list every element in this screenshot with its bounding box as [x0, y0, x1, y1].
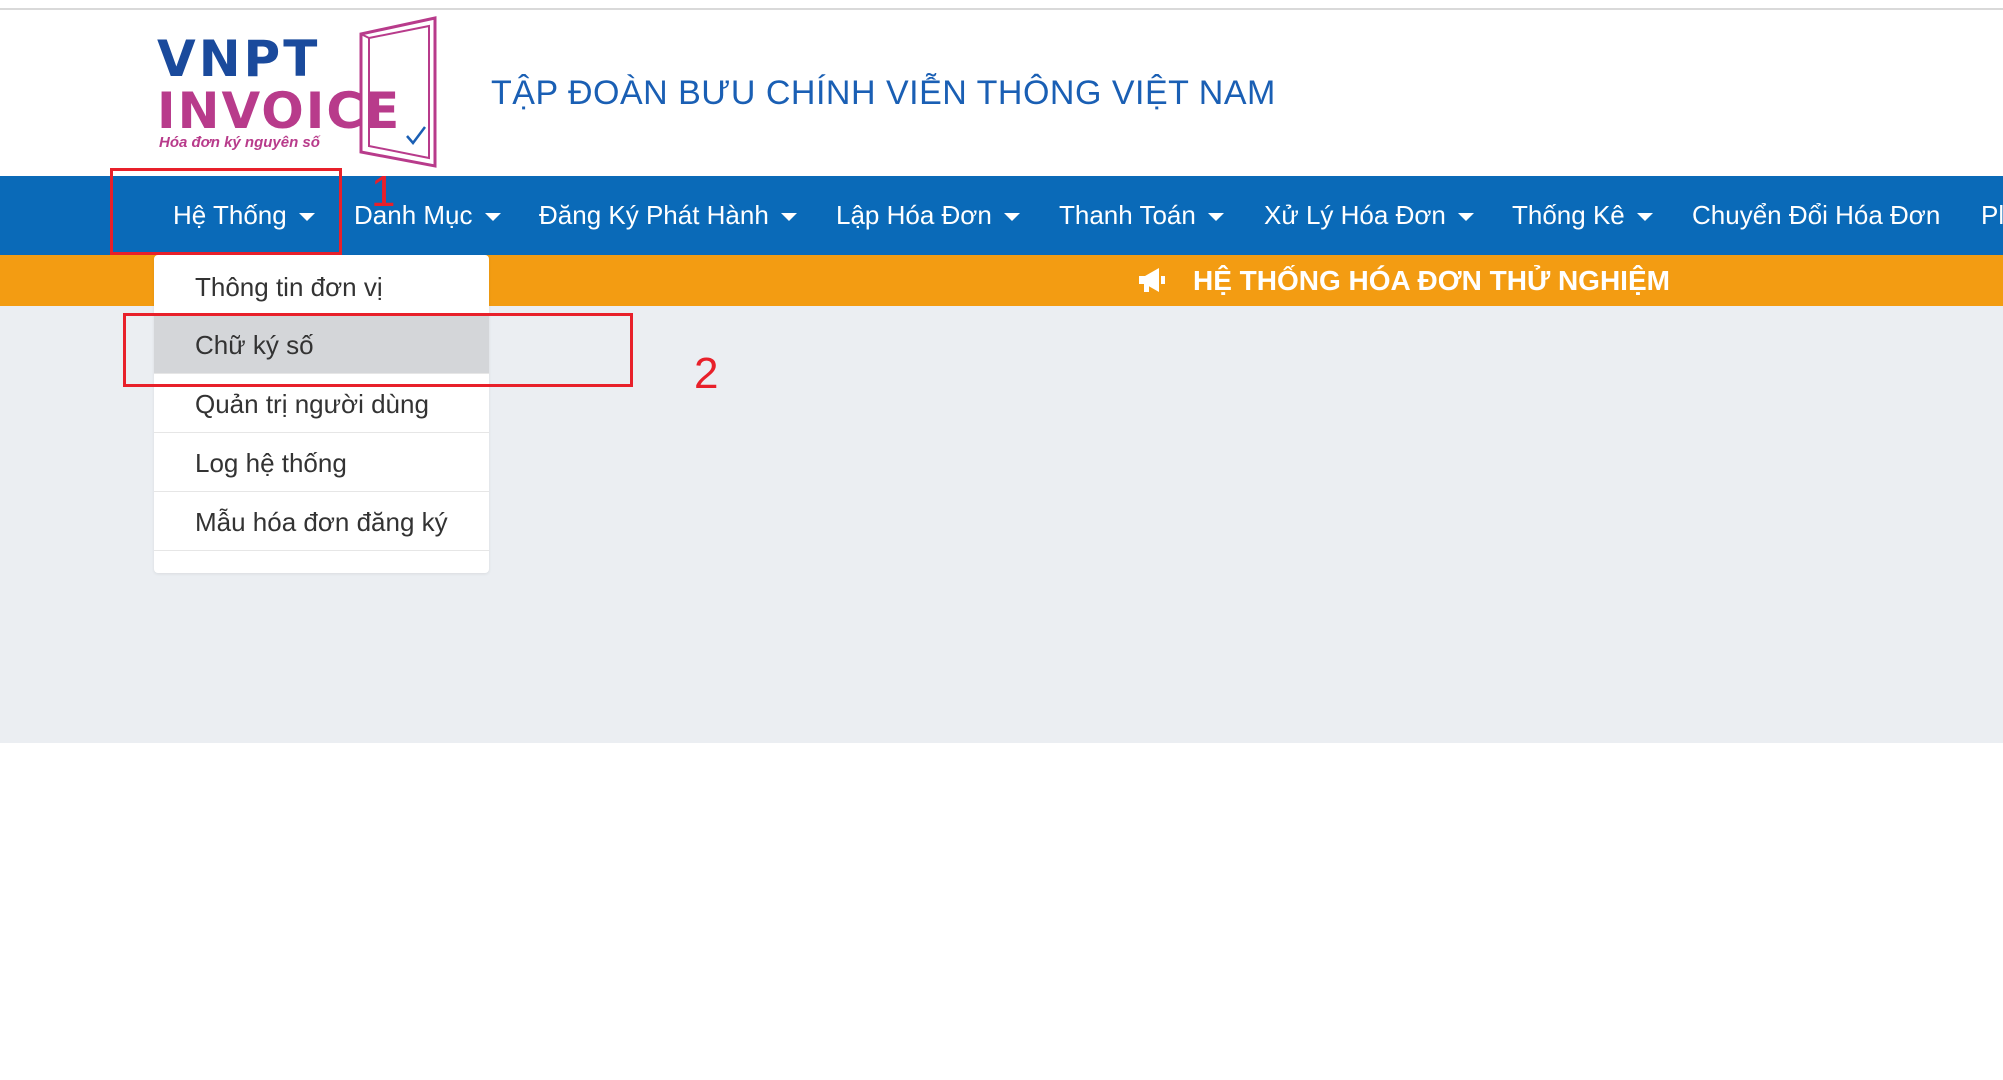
logo-tagline: Hóa đơn ký nguyên số [159, 134, 320, 151]
nav-item-dang-ky-phat-hanh[interactable]: Đăng Ký Phát Hành [539, 176, 797, 255]
annotation-box-2 [123, 313, 633, 387]
organization-title: TẬP ĐOÀN BƯU CHÍNH VIỄN THÔNG VIỆT NAM [491, 74, 1276, 112]
nav-item-lap-hoa-don[interactable]: Lập Hóa Đơn [836, 176, 1020, 255]
nav-item-thanh-toan[interactable]: Thanh Toán [1059, 176, 1224, 255]
vnpt-invoice-logo[interactable]: VNPT INVOICE Hóa đơn ký nguyên số [155, 16, 455, 171]
caret-down-icon [1207, 213, 1224, 222]
menu-item-label: Quản trị người dùng [195, 389, 429, 419]
nav-item-thong-ke[interactable]: Thống Kê [1512, 176, 1653, 255]
nav-item-label: Xử Lý Hóa Đơn [1264, 200, 1446, 230]
caret-down-icon [484, 213, 501, 222]
caret-down-icon [1003, 213, 1020, 222]
logo-text-invoice: INVOICE [157, 82, 402, 140]
top-divider [0, 8, 2003, 10]
nav-item-label: Đăng Ký Phát Hành [539, 200, 769, 230]
menu-item-mau-hoa-don-dang-ky[interactable]: Mẫu hóa đơn đăng ký [154, 493, 489, 551]
banner-text: HỆ THỐNG HÓA ĐƠN THỬ NGHIỆM [1193, 265, 1670, 296]
nav-item-xu-ly-hoa-don[interactable]: Xử Lý Hóa Đơn [1264, 176, 1474, 255]
menu-item-log-he-thong[interactable]: Log hệ thống [154, 434, 489, 492]
nav-item-label: Thanh Toán [1059, 200, 1196, 230]
caret-down-icon [1457, 213, 1474, 222]
menu-item-label: Mẫu hóa đơn đăng ký [195, 507, 448, 537]
caret-down-icon [1636, 213, 1653, 222]
menu-item-label: Log hệ thống [195, 448, 347, 478]
megaphone-icon [1139, 268, 1165, 292]
nav-item-label: Lập Hóa Đơn [836, 200, 992, 230]
caret-down-icon [780, 213, 797, 222]
logo-text-vnpt: VNPT [157, 30, 321, 88]
nav-item-label: Thống Kê [1512, 200, 1625, 230]
annotation-box-1 [110, 168, 342, 255]
nav-item-label: Pl [1981, 200, 2003, 230]
nav-item-chuyen-doi-hoa-don[interactable]: Chuyển Đổi Hóa Đơn [1692, 176, 1940, 255]
annotation-marker-2: 2 [694, 349, 719, 398]
menu-item-label: Thông tin đơn vị [195, 272, 383, 302]
nav-item-overflow[interactable]: Pl [1981, 176, 2003, 255]
annotation-marker-1: 1 [371, 167, 396, 216]
menu-item-thong-tin-don-vi[interactable]: Thông tin đơn vị [154, 258, 489, 316]
he-thong-dropdown-menu: Thông tin đơn vị Chữ ký số Quản trị ngườ… [154, 255, 489, 573]
nav-item-label: Chuyển Đổi Hóa Đơn [1692, 200, 1941, 230]
